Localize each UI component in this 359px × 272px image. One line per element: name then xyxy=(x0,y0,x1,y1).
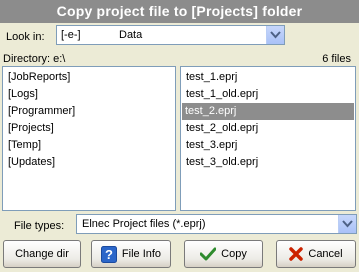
chevron-down-icon xyxy=(270,31,281,39)
checkmark-icon xyxy=(200,247,217,261)
file-item[interactable]: test_3_old.eprj xyxy=(183,154,261,171)
change-dir-label: Change dir xyxy=(15,248,69,260)
folder-item-projects[interactable]: [Projects] xyxy=(5,120,57,137)
svg-text:?: ? xyxy=(105,247,113,262)
file-types-value: Elnec Project files (*.eprj) xyxy=(82,218,206,230)
file-types-dropdown[interactable]: Elnec Project files (*.eprj) xyxy=(76,214,357,234)
file-types-label: File types: xyxy=(14,220,65,232)
cancel-label: Cancel xyxy=(308,248,343,260)
copy-label: Copy xyxy=(221,248,247,260)
file-types-dropdown-button[interactable] xyxy=(338,215,356,233)
folder-item-updates[interactable]: [Updates] xyxy=(5,154,58,171)
folder-list[interactable]: [JobReports] [Logs] [Programmer] [Projec… xyxy=(2,66,176,211)
file-info-label: File Info xyxy=(121,248,162,260)
files-count: 6 files xyxy=(322,53,351,65)
folder-item-programmer[interactable]: [Programmer] xyxy=(5,103,78,120)
look-in-label: Look in: xyxy=(6,31,45,43)
chevron-down-icon xyxy=(342,220,353,228)
look-in-folder: Data xyxy=(119,29,143,41)
folder-item-logs[interactable]: [Logs] xyxy=(5,86,41,103)
look-in-dropdown[interactable]: [-e-] Data xyxy=(56,25,285,45)
file-item[interactable]: test_3.eprj xyxy=(183,137,240,154)
copy-button[interactable]: Copy xyxy=(184,240,263,268)
file-item-selected[interactable]: test_2.eprj xyxy=(182,103,354,120)
change-dir-button[interactable]: Change dir xyxy=(3,240,81,268)
directory-label: Directory: e:\ xyxy=(3,53,66,65)
file-item[interactable]: test_1.eprj xyxy=(183,69,240,86)
file-info-button[interactable]: ? File Info xyxy=(91,240,171,268)
cancel-button[interactable]: Cancel xyxy=(276,240,356,268)
file-item[interactable]: test_1_old.eprj xyxy=(183,86,261,103)
file-list[interactable]: test_1.eprj test_1_old.eprj test_2.eprj … xyxy=(180,66,356,211)
help-icon: ? xyxy=(100,245,117,263)
look-in-drive: [-e-] xyxy=(61,29,81,41)
look-in-dropdown-button[interactable] xyxy=(266,26,284,44)
close-icon xyxy=(289,247,304,261)
folder-item-temp[interactable]: [Temp] xyxy=(5,137,44,154)
folder-item-jobreports[interactable]: [JobReports] xyxy=(5,69,73,86)
file-item[interactable]: test_2_old.eprj xyxy=(183,120,261,137)
window-title: Copy project file to [Projects] folder xyxy=(0,0,359,23)
